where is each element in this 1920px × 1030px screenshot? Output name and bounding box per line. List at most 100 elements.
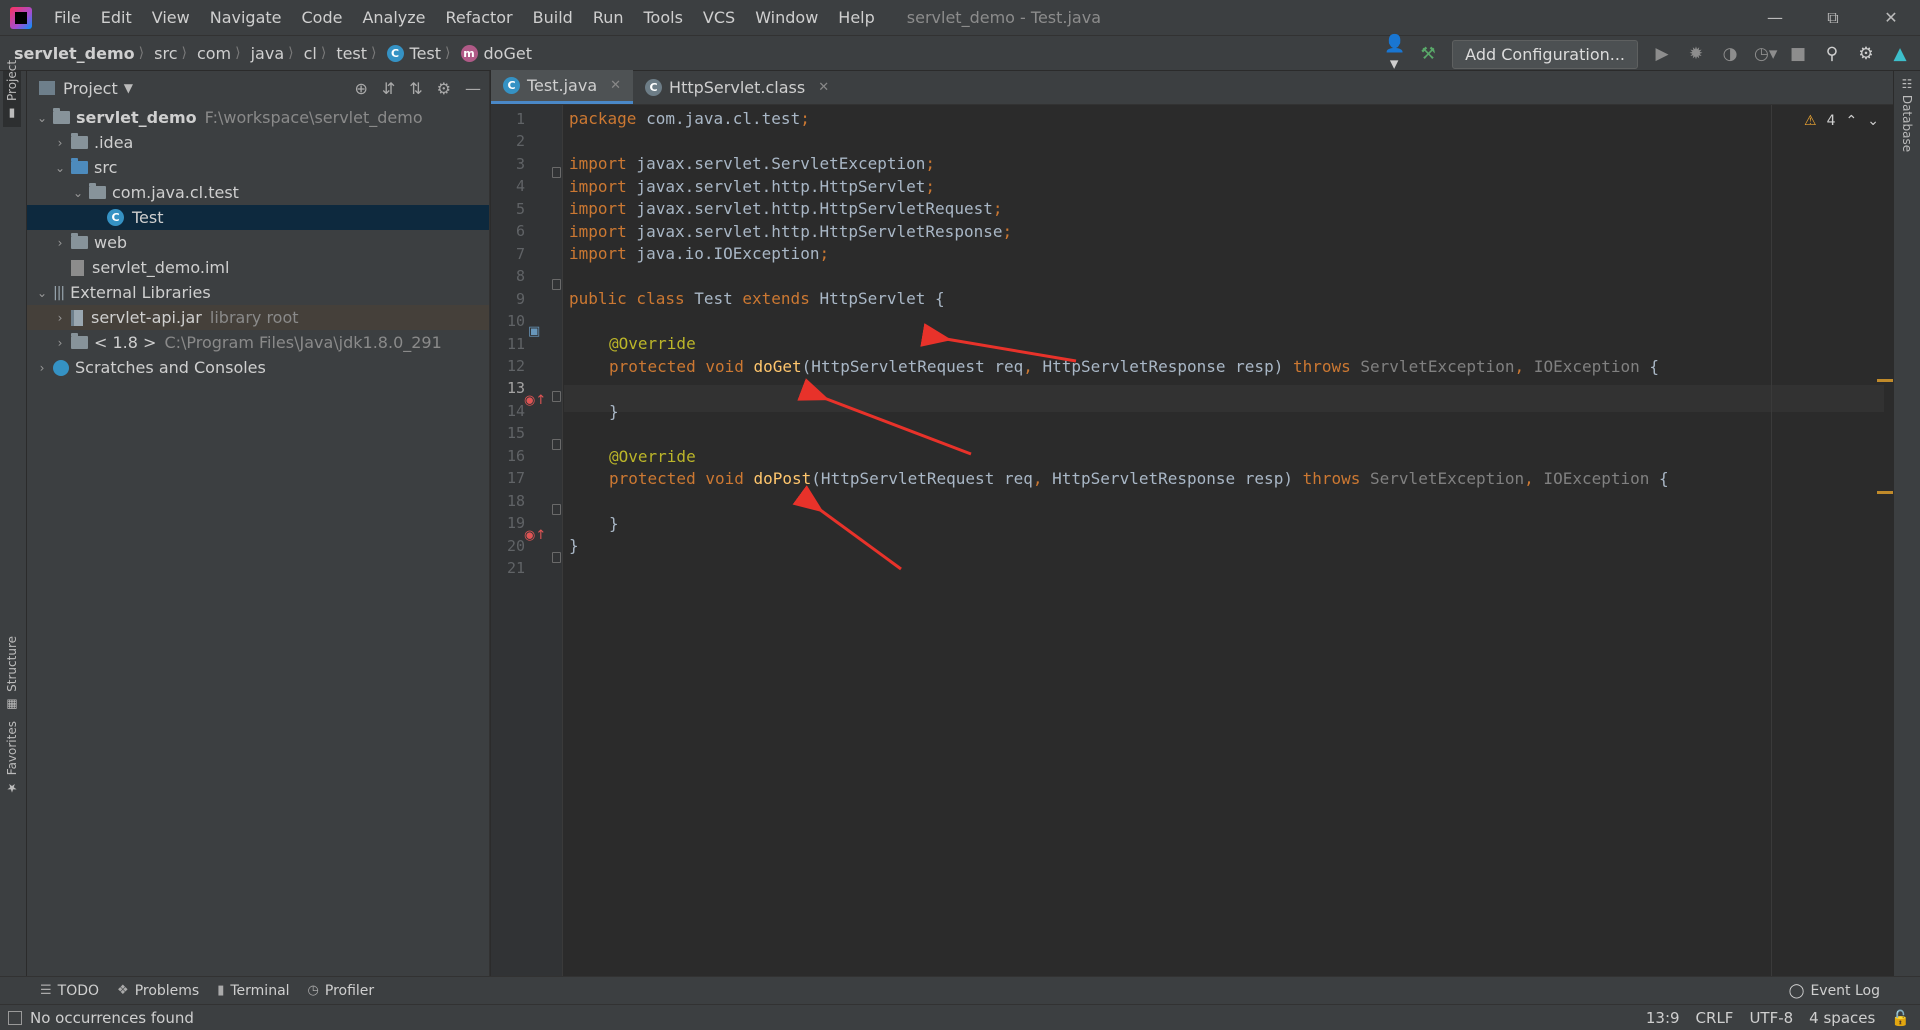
debug-icon[interactable]: ✹ bbox=[1686, 44, 1706, 64]
chevron-down-icon[interactable]: ⌄ bbox=[1867, 113, 1879, 129]
code-area[interactable]: 1 2 3 4 5 6 7 8 9 10 11 12 13 14 15 16 17 18 19 20 21 ▣ ◉↑ ◉… bbox=[491, 105, 1893, 976]
menu-tools[interactable]: Tools bbox=[634, 8, 693, 27]
chevron-down-icon[interactable]: ⌄ bbox=[31, 286, 53, 300]
menu-run[interactable]: Run bbox=[583, 8, 634, 27]
menu-help[interactable]: Help bbox=[828, 8, 884, 27]
menu-build[interactable]: Build bbox=[523, 8, 583, 27]
code-with-me-icon[interactable]: ▲ bbox=[1890, 44, 1910, 64]
build-hammer-icon[interactable]: ⚒ bbox=[1418, 44, 1438, 64]
search-icon[interactable]: ⚲ bbox=[1822, 44, 1842, 64]
terminal-tool-button[interactable]: ▮ Terminal bbox=[217, 983, 289, 999]
project-view-selector[interactable]: Project bbox=[63, 79, 118, 98]
project-tool-tab[interactable]: ▮ Project bbox=[3, 60, 21, 127]
breadcrumb-src[interactable]: src bbox=[144, 44, 181, 63]
chevron-right-icon[interactable]: › bbox=[49, 136, 71, 150]
menu-refactor[interactable]: Refactor bbox=[436, 8, 523, 27]
profile-icon[interactable]: ◷▾ bbox=[1754, 44, 1777, 64]
implemented-class-icon[interactable]: ▣ bbox=[528, 324, 540, 339]
fold-marker-icon[interactable] bbox=[552, 279, 561, 290]
bottom-tool-bar: ☰ TODO ❖ Problems ▮ Terminal ◷ Profiler … bbox=[0, 976, 1920, 1004]
breadcrumb-method[interactable]: m doGet bbox=[451, 44, 536, 63]
warning-stripe-mark[interactable] bbox=[1877, 379, 1893, 382]
tree-item-src[interactable]: ⌄ src bbox=[27, 155, 489, 180]
tree-item-servlet-api-jar[interactable]: › servlet-api.jar library root bbox=[27, 305, 489, 330]
menu-analyze[interactable]: Analyze bbox=[352, 8, 435, 27]
breadcrumb-test-package[interactable]: test bbox=[326, 44, 371, 63]
coverage-icon[interactable]: ◑ bbox=[1720, 44, 1740, 64]
chevron-right-icon[interactable]: › bbox=[49, 336, 71, 350]
fold-marker-icon[interactable] bbox=[552, 439, 561, 450]
locate-file-icon[interactable]: ⊕ bbox=[354, 79, 367, 98]
tree-item-scratches[interactable]: › Scratches and Consoles bbox=[27, 355, 489, 380]
tree-item-jdk[interactable]: › < 1.8 > C:\Program Files\Java\jdk1.8.0… bbox=[27, 330, 489, 355]
lock-icon[interactable]: 🔓 bbox=[1891, 1009, 1910, 1027]
close-icon[interactable]: ✕ bbox=[818, 80, 829, 95]
project-panel: Project ▼ ⊕ ⇵ ⇅ ⚙ — ⌄ servlet_demo F:\wo… bbox=[27, 71, 490, 976]
breadcrumb-java[interactable]: java bbox=[241, 44, 289, 63]
tree-item-web[interactable]: › web bbox=[27, 230, 489, 255]
profiler-tool-button[interactable]: ◷ Profiler bbox=[308, 983, 375, 999]
chevron-down-icon[interactable]: ⌄ bbox=[49, 161, 71, 175]
toggle-tool-windows-icon[interactable] bbox=[8, 1010, 22, 1025]
menu-edit[interactable]: Edit bbox=[91, 8, 142, 27]
todo-tool-button[interactable]: ☰ TODO bbox=[40, 983, 99, 999]
chevron-up-icon[interactable]: ⌃ bbox=[1846, 113, 1858, 129]
minimize-icon[interactable]: — bbox=[1746, 0, 1804, 35]
fold-marker-icon[interactable] bbox=[552, 504, 561, 515]
event-log-button[interactable]: ◯ Event Log bbox=[1789, 983, 1880, 999]
run-icon[interactable]: ▶ bbox=[1652, 44, 1672, 64]
warning-stripe-mark[interactable] bbox=[1877, 491, 1893, 494]
fold-marker-icon[interactable] bbox=[552, 391, 561, 402]
tree-item-idea[interactable]: › .idea bbox=[27, 130, 489, 155]
gear-icon[interactable]: ⚙ bbox=[1856, 44, 1876, 64]
favorites-tool-tab[interactable]: ★ Favorites bbox=[5, 721, 19, 795]
tree-item-external-libraries[interactable]: ⌄ ||| External Libraries bbox=[27, 280, 489, 305]
menu-view[interactable]: View bbox=[142, 8, 200, 27]
tree-item-test-class[interactable]: C Test bbox=[27, 205, 489, 230]
hide-panel-icon[interactable]: — bbox=[465, 79, 481, 98]
code-line-19: } bbox=[609, 514, 619, 533]
expand-all-icon[interactable]: ⇵ bbox=[382, 79, 395, 98]
chevron-right-icon[interactable]: › bbox=[31, 361, 53, 375]
collapse-all-icon[interactable]: ⇅ bbox=[409, 79, 422, 98]
inspection-widget[interactable]: ⚠ 4 ⌃ ⌄ bbox=[1804, 113, 1879, 129]
breadcrumb-class[interactable]: C Test bbox=[377, 44, 446, 63]
menu-code[interactable]: Code bbox=[292, 8, 353, 27]
menu-vcs[interactable]: VCS bbox=[693, 8, 745, 27]
chevron-down-icon[interactable]: ⌄ bbox=[67, 186, 89, 200]
database-tool-tab[interactable]: ☷ Database bbox=[1900, 71, 1914, 152]
indent-setting[interactable]: 4 spaces bbox=[1809, 1009, 1875, 1027]
override-method-icon[interactable]: ◉↑ bbox=[524, 393, 546, 408]
fold-marker-icon[interactable] bbox=[552, 167, 561, 178]
gear-icon[interactable]: ⚙ bbox=[437, 79, 451, 98]
breadcrumb-cl[interactable]: cl bbox=[294, 44, 321, 63]
tree-item-iml[interactable]: servlet_demo.iml bbox=[27, 255, 489, 280]
breadcrumb-com[interactable]: com bbox=[187, 44, 235, 63]
file-encoding[interactable]: UTF-8 bbox=[1749, 1009, 1793, 1027]
caret-position[interactable]: 13:9 bbox=[1646, 1009, 1680, 1027]
menu-file[interactable]: File bbox=[44, 8, 91, 27]
chevron-right-icon[interactable]: › bbox=[49, 311, 71, 325]
chevron-down-icon[interactable]: ⌄ bbox=[31, 111, 53, 125]
close-icon[interactable]: ✕ bbox=[610, 78, 621, 93]
close-icon[interactable]: ✕ bbox=[1862, 0, 1920, 35]
menu-window[interactable]: Window bbox=[745, 8, 828, 27]
add-configuration-button[interactable]: Add Configuration... bbox=[1452, 39, 1638, 69]
menu-navigate[interactable]: Navigate bbox=[200, 8, 292, 27]
tree-item-project-root[interactable]: ⌄ servlet_demo F:\workspace\servlet_demo bbox=[27, 105, 489, 130]
code-line-12: protected void doGet(HttpServletRequest … bbox=[609, 357, 1660, 376]
restore-icon[interactable]: ⧉ bbox=[1804, 0, 1862, 35]
tab-httpservlet-class[interactable]: C HttpServlet.class ✕ bbox=[633, 70, 841, 104]
tree-item-package[interactable]: ⌄ com.java.cl.test bbox=[27, 180, 489, 205]
breadcrumb-project[interactable]: servlet_demo bbox=[0, 44, 139, 63]
chevron-down-icon[interactable]: ▼ bbox=[124, 81, 133, 95]
chevron-right-icon[interactable]: › bbox=[49, 236, 71, 250]
stop-icon[interactable]: ■ bbox=[1788, 44, 1808, 64]
line-separator[interactable]: CRLF bbox=[1696, 1009, 1734, 1027]
user-account-icon[interactable]: 👤▾ bbox=[1384, 34, 1405, 74]
override-method-icon[interactable]: ◉↑ bbox=[524, 528, 546, 543]
tab-test-java[interactable]: C Test.java ✕ bbox=[491, 70, 634, 104]
structure-tool-tab[interactable]: ▦ Structure bbox=[5, 636, 19, 712]
problems-tool-button[interactable]: ❖ Problems bbox=[117, 983, 199, 999]
fold-marker-icon[interactable] bbox=[552, 552, 561, 563]
